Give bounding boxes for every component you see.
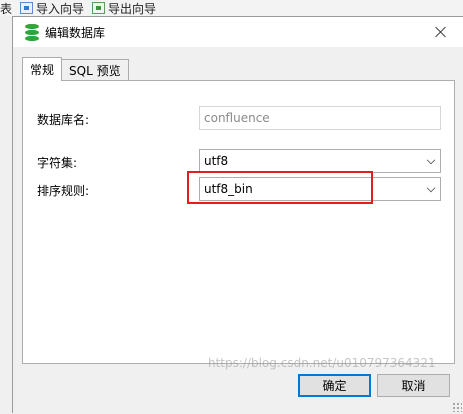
watermark-text: https://blog.csdn.net/u010797364321 xyxy=(208,356,436,370)
chevron-down-icon[interactable] xyxy=(426,155,436,165)
import-wizard-icon[interactable] xyxy=(20,2,34,14)
cancel-button[interactable]: 取消 xyxy=(377,374,450,397)
toolbar-leading-text: 表 xyxy=(0,1,13,16)
collation-select[interactable]: utf8_bin xyxy=(199,177,441,201)
general-tab-panel: 数据库名: confluence 字符集: utf8 排序规则: utf8_bi… xyxy=(22,80,455,364)
dialog-titlebar: 编辑数据库 xyxy=(13,17,463,47)
db-name-label: 数据库名: xyxy=(37,113,90,127)
dialog-title: 编辑数据库 xyxy=(45,25,106,40)
tab-general[interactable]: 常规 xyxy=(22,57,63,81)
charset-label: 字符集: xyxy=(37,156,78,170)
database-icon xyxy=(25,23,39,41)
resize-grip[interactable] xyxy=(452,402,462,412)
export-wizard-label[interactable]: 导出向导 xyxy=(108,0,156,16)
chevron-down-icon[interactable] xyxy=(426,183,436,193)
background-toolbar: 表 导入向导 导出向导 xyxy=(0,0,463,16)
ok-button[interactable]: 确定 xyxy=(298,374,371,397)
collation-value: utf8_bin xyxy=(204,182,253,196)
charset-select[interactable]: utf8 xyxy=(199,149,441,173)
edit-database-dialog: 编辑数据库 常规 SQL 预览 数据库名: confluence 字符集: ut… xyxy=(12,16,463,414)
tab-sql-preview[interactable]: SQL 预览 xyxy=(61,59,129,81)
db-name-field[interactable]: confluence xyxy=(199,106,441,130)
export-wizard-icon[interactable] xyxy=(92,2,106,14)
close-icon[interactable] xyxy=(433,24,449,40)
charset-value: utf8 xyxy=(204,154,229,168)
import-wizard-label[interactable]: 导入向导 xyxy=(36,0,84,16)
tab-bar: 常规 SQL 预览 xyxy=(22,57,129,81)
collation-label: 排序规则: xyxy=(37,184,90,198)
